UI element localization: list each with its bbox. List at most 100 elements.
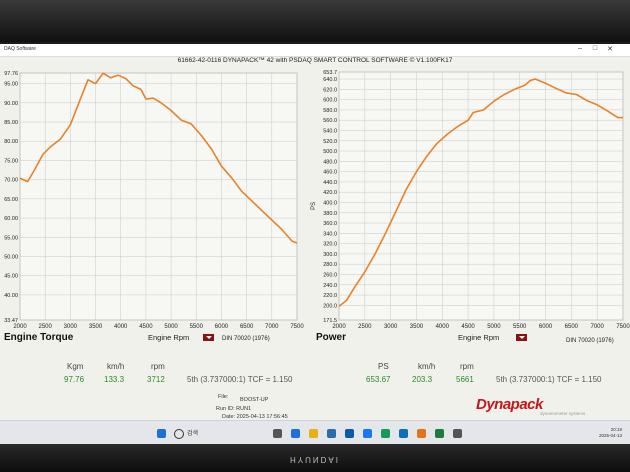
x-tick-label: 2000	[13, 324, 27, 330]
dynapack-tagline: dynamometer systems	[540, 411, 586, 416]
window-titlebar: DAQ Software – □ ✕	[0, 44, 630, 57]
y-tick-label: 280.0	[323, 262, 337, 268]
x-tick-label: 4500	[461, 324, 475, 330]
dynapack-logo: Dynapack	[476, 396, 543, 413]
torque-standard: DIN 70020 (1976)	[222, 336, 270, 342]
app-icon[interactable]	[417, 429, 426, 438]
y-tick-label: 380.0	[323, 211, 337, 217]
torque-gear-info: 5th (3.737000:1) TCF = 1.150	[187, 375, 293, 384]
plot-area	[338, 71, 624, 321]
close-icon[interactable]: ✕	[604, 45, 616, 53]
plot-area	[19, 72, 298, 321]
power-gear-info: 5th (3.737000:1) TCF = 1.150	[496, 375, 602, 384]
torque-series-dropdown[interactable]	[203, 334, 214, 341]
x-tick-label: 3500	[410, 324, 424, 330]
system-tray-clock[interactable]: 20:19 2025-04-13	[599, 427, 622, 439]
minimize-icon[interactable]: –	[574, 45, 586, 52]
power-readout-label: rpm	[460, 362, 474, 371]
x-tick-label: 5500	[513, 324, 527, 330]
y-axis-label: PS	[311, 202, 317, 210]
app-icon[interactable]	[363, 429, 372, 438]
app-icon[interactable]	[327, 429, 336, 438]
y-tick-label: 45.00	[4, 274, 18, 280]
y-tick-label: 620.0	[323, 87, 337, 93]
app-icon[interactable]	[381, 429, 390, 438]
power-chart: 2000 2500 3000 3500 4000 4500 5000 5500 6000 6500…	[311, 70, 630, 330]
power-standard: DIN 70020 (1976)	[566, 338, 614, 344]
y-tick-label: 540.0	[323, 128, 337, 134]
file-explorer-icon[interactable]	[309, 429, 318, 438]
torque-readout-value: 97.76	[64, 375, 85, 384]
y-tick-label: 240.0	[323, 283, 337, 289]
power-readout-value: 5661	[456, 375, 474, 384]
y-tick-label: 653.7	[323, 70, 337, 76]
power-readout-label: PS	[378, 362, 389, 371]
monitor-brand-logo: HYUNDAI	[289, 455, 340, 464]
y-tick-label: 440.0	[323, 180, 337, 186]
app-icon[interactable]	[345, 429, 354, 438]
y-tick-label: 460.0	[323, 170, 337, 176]
torque-title: Engine Torque	[4, 332, 74, 343]
y-tick-label: 420.0	[323, 190, 337, 196]
app-icon[interactable]	[435, 429, 444, 438]
dyno-header: 61662-42-0116 DYNAPACK™ 42 with PSDAQ SM…	[177, 57, 453, 64]
y-tick-label: 480.0	[323, 159, 337, 165]
x-tick-label: 2500	[39, 324, 53, 330]
x-tick-label: 5000	[164, 324, 178, 330]
monitor-bezel-top	[0, 0, 630, 42]
torque-readout-value: 3712	[147, 375, 165, 384]
x-tick-label: 6000	[539, 324, 553, 330]
x-tick-label: 7000	[265, 324, 279, 330]
y-tick-label: 95.00	[4, 82, 18, 88]
torque-readout-value: 133.3	[104, 375, 125, 384]
y-tick-label: 340.0	[323, 231, 337, 237]
y-tick-label: 65.00	[4, 197, 18, 203]
maximize-icon[interactable]: □	[589, 45, 601, 52]
task-view-icon[interactable]	[273, 429, 282, 438]
x-tick-label: 7000	[591, 324, 605, 330]
y-tick-label: 60.00	[4, 216, 18, 222]
y-tick-label: 360.0	[323, 221, 337, 227]
y-tick-label: 55.00	[4, 235, 18, 241]
y-tick-label: 171.5	[323, 318, 337, 324]
app-icon[interactable]	[453, 429, 462, 438]
y-tick-label: 300.0	[323, 252, 337, 258]
x-tick-label: 3500	[89, 324, 103, 330]
run-id: Run ID: RUN1	[216, 406, 252, 412]
y-tick-label: 520.0	[323, 139, 337, 145]
x-tick-label: 4500	[139, 324, 153, 330]
y-tick-label: 85.00	[4, 120, 18, 126]
y-tick-label: 260.0	[323, 272, 337, 278]
run-file-label: File:	[218, 394, 229, 400]
search-icon[interactable]	[174, 429, 184, 439]
app-icon[interactable]	[399, 429, 408, 438]
y-tick-label: 320.0	[323, 242, 337, 248]
x-tick-label: 5000	[487, 324, 501, 330]
y-tick-label: 220.0	[323, 293, 337, 299]
start-icon[interactable]	[157, 429, 166, 438]
x-tick-label: 4000	[436, 324, 450, 330]
power-readout-value: 203.3	[412, 375, 433, 384]
power-title: Power	[316, 332, 347, 343]
window-title: DAQ Software	[4, 46, 36, 52]
y-tick-label: 580.0	[323, 108, 337, 114]
x-tick-label: 2000	[332, 324, 346, 330]
x-tick-label: 3000	[384, 324, 398, 330]
screen: DAQ Software – □ ✕ 61662-42-0116 DYNAPAC…	[0, 44, 630, 444]
x-tick-label: 6000	[215, 324, 229, 330]
y-tick-label: 600.0	[323, 98, 337, 104]
power-series-dropdown[interactable]	[516, 334, 527, 341]
y-tick-label: 90.00	[4, 101, 18, 107]
y-tick-label: 50.00	[4, 254, 18, 260]
torque-readout-label: km/h	[107, 362, 125, 371]
y-tick-label: 40.00	[4, 293, 18, 299]
torque-readout-label: rpm	[151, 362, 165, 371]
search-box[interactable]: 검색	[187, 428, 198, 437]
edge-icon[interactable]	[291, 429, 300, 438]
x-tick-label: 4000	[114, 324, 128, 330]
y-tick-label: 75.00	[4, 158, 18, 164]
power-readout-value: 653.67	[366, 375, 391, 384]
torque-chart: 2000 2500 3000 3500 4000 4500 5000 5500 6000 6500…	[4, 71, 304, 330]
x-tick-label: 5500	[190, 324, 204, 330]
power-readout-label: km/h	[418, 362, 436, 371]
